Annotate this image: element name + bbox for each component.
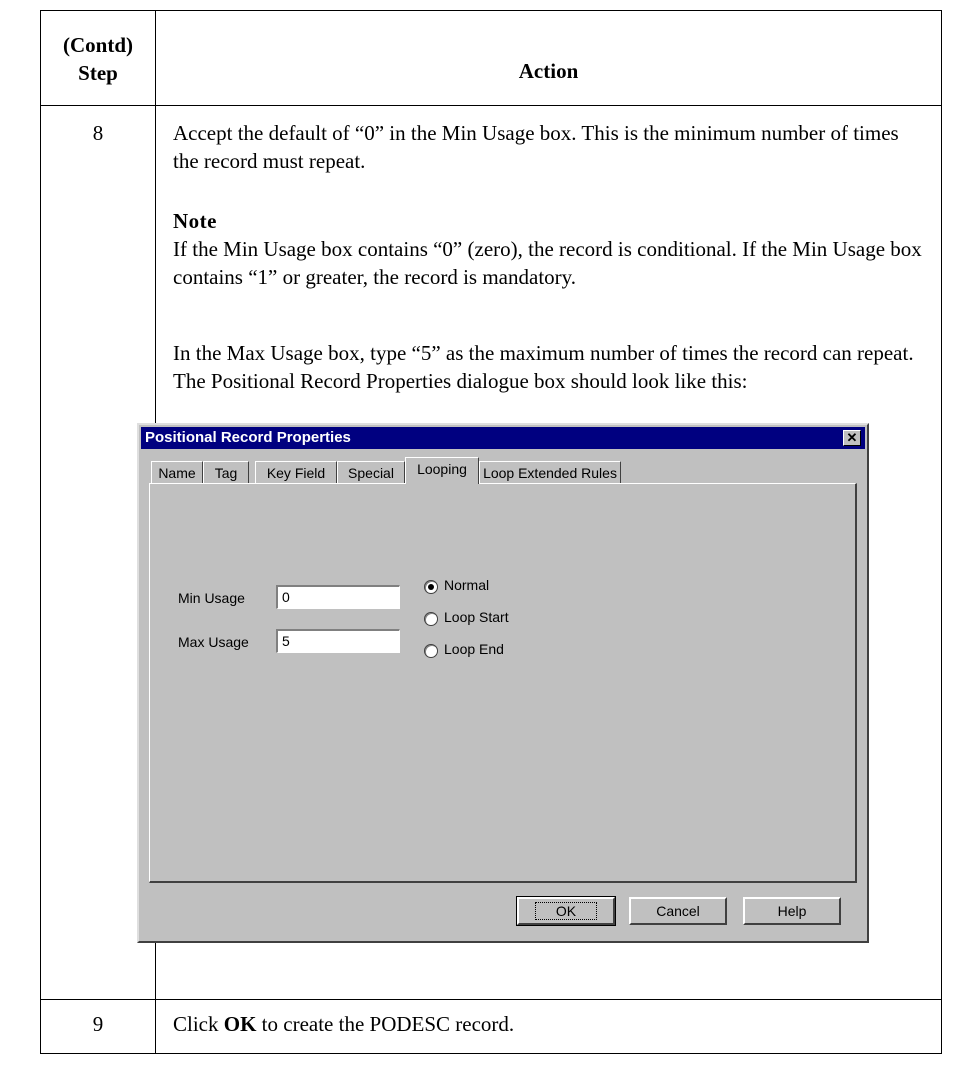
cancel-button[interactable]: Cancel bbox=[629, 897, 727, 925]
tab-name[interactable]: Name bbox=[151, 461, 203, 483]
header-divider bbox=[41, 105, 941, 106]
step-9-text-after: to create the PODESC record. bbox=[256, 1012, 515, 1036]
row-divider bbox=[41, 999, 941, 1000]
step-number: 8 bbox=[92, 121, 104, 145]
radio-loop-end-label[interactable]: Loop End bbox=[444, 641, 504, 657]
max-usage-label: Max Usage bbox=[178, 634, 249, 650]
close-icon[interactable]: ✕ bbox=[843, 430, 861, 446]
min-usage-label: Min Usage bbox=[178, 590, 245, 606]
radio-loop-start[interactable] bbox=[424, 612, 438, 626]
step-8-paragraph: Accept the default of “0” in the Min Usa… bbox=[173, 121, 899, 173]
tab-loop-extended-rules[interactable]: Loop Extended Rules bbox=[479, 461, 621, 483]
radio-loop-end[interactable] bbox=[424, 644, 438, 658]
note-text: If the Min Usage box contains “0” (zero)… bbox=[173, 237, 922, 289]
step-table: (Contd) Step Action 8 Accept the default… bbox=[40, 10, 942, 1054]
step-9-text-before: Click bbox=[173, 1012, 224, 1036]
max-usage-field[interactable]: 5 bbox=[276, 629, 400, 653]
radio-selected-dot bbox=[428, 584, 434, 590]
step-9-ok-emphasis: OK bbox=[223, 1012, 257, 1036]
radio-loop-start-label[interactable]: Loop Start bbox=[444, 609, 509, 625]
header-action: Action bbox=[518, 59, 579, 83]
step-8-instruction: In the Max Usage box, type “5” as the ma… bbox=[173, 341, 914, 393]
tab-looping[interactable]: Looping bbox=[405, 457, 479, 484]
min-usage-field[interactable]: 0 bbox=[276, 585, 400, 609]
step-9-paragraph: Click OK to create the PODESC record. bbox=[173, 1010, 923, 1038]
tab-key-field[interactable]: Key Field bbox=[255, 461, 337, 483]
positional-record-properties-dialog: Positional Record Properties ✕ Name Tag … bbox=[137, 423, 869, 943]
note-block: Note If the Min Usage box contains “0” (… bbox=[173, 207, 923, 291]
header-step-contd: (Contd) bbox=[62, 33, 133, 57]
radio-normal[interactable] bbox=[424, 580, 438, 594]
ok-button-label: OK bbox=[534, 902, 598, 920]
dialog-title: Positional Record Properties bbox=[145, 429, 351, 446]
note-title: Note bbox=[173, 209, 217, 233]
header-step: (Contd) Step bbox=[41, 31, 155, 87]
header-step-label: Step bbox=[78, 61, 118, 85]
dialog-titlebar: Positional Record Properties ✕ bbox=[141, 427, 865, 449]
step-number: 9 bbox=[92, 1012, 104, 1036]
tab-special[interactable]: Special bbox=[337, 461, 405, 483]
looping-panel: Min Usage 0 Max Usage 5 Normal Loop Star… bbox=[149, 483, 857, 883]
help-button[interactable]: Help bbox=[743, 897, 841, 925]
tab-tag[interactable]: Tag bbox=[203, 461, 249, 483]
radio-normal-label[interactable]: Normal bbox=[444, 577, 489, 593]
ok-button[interactable]: OK bbox=[516, 896, 616, 926]
